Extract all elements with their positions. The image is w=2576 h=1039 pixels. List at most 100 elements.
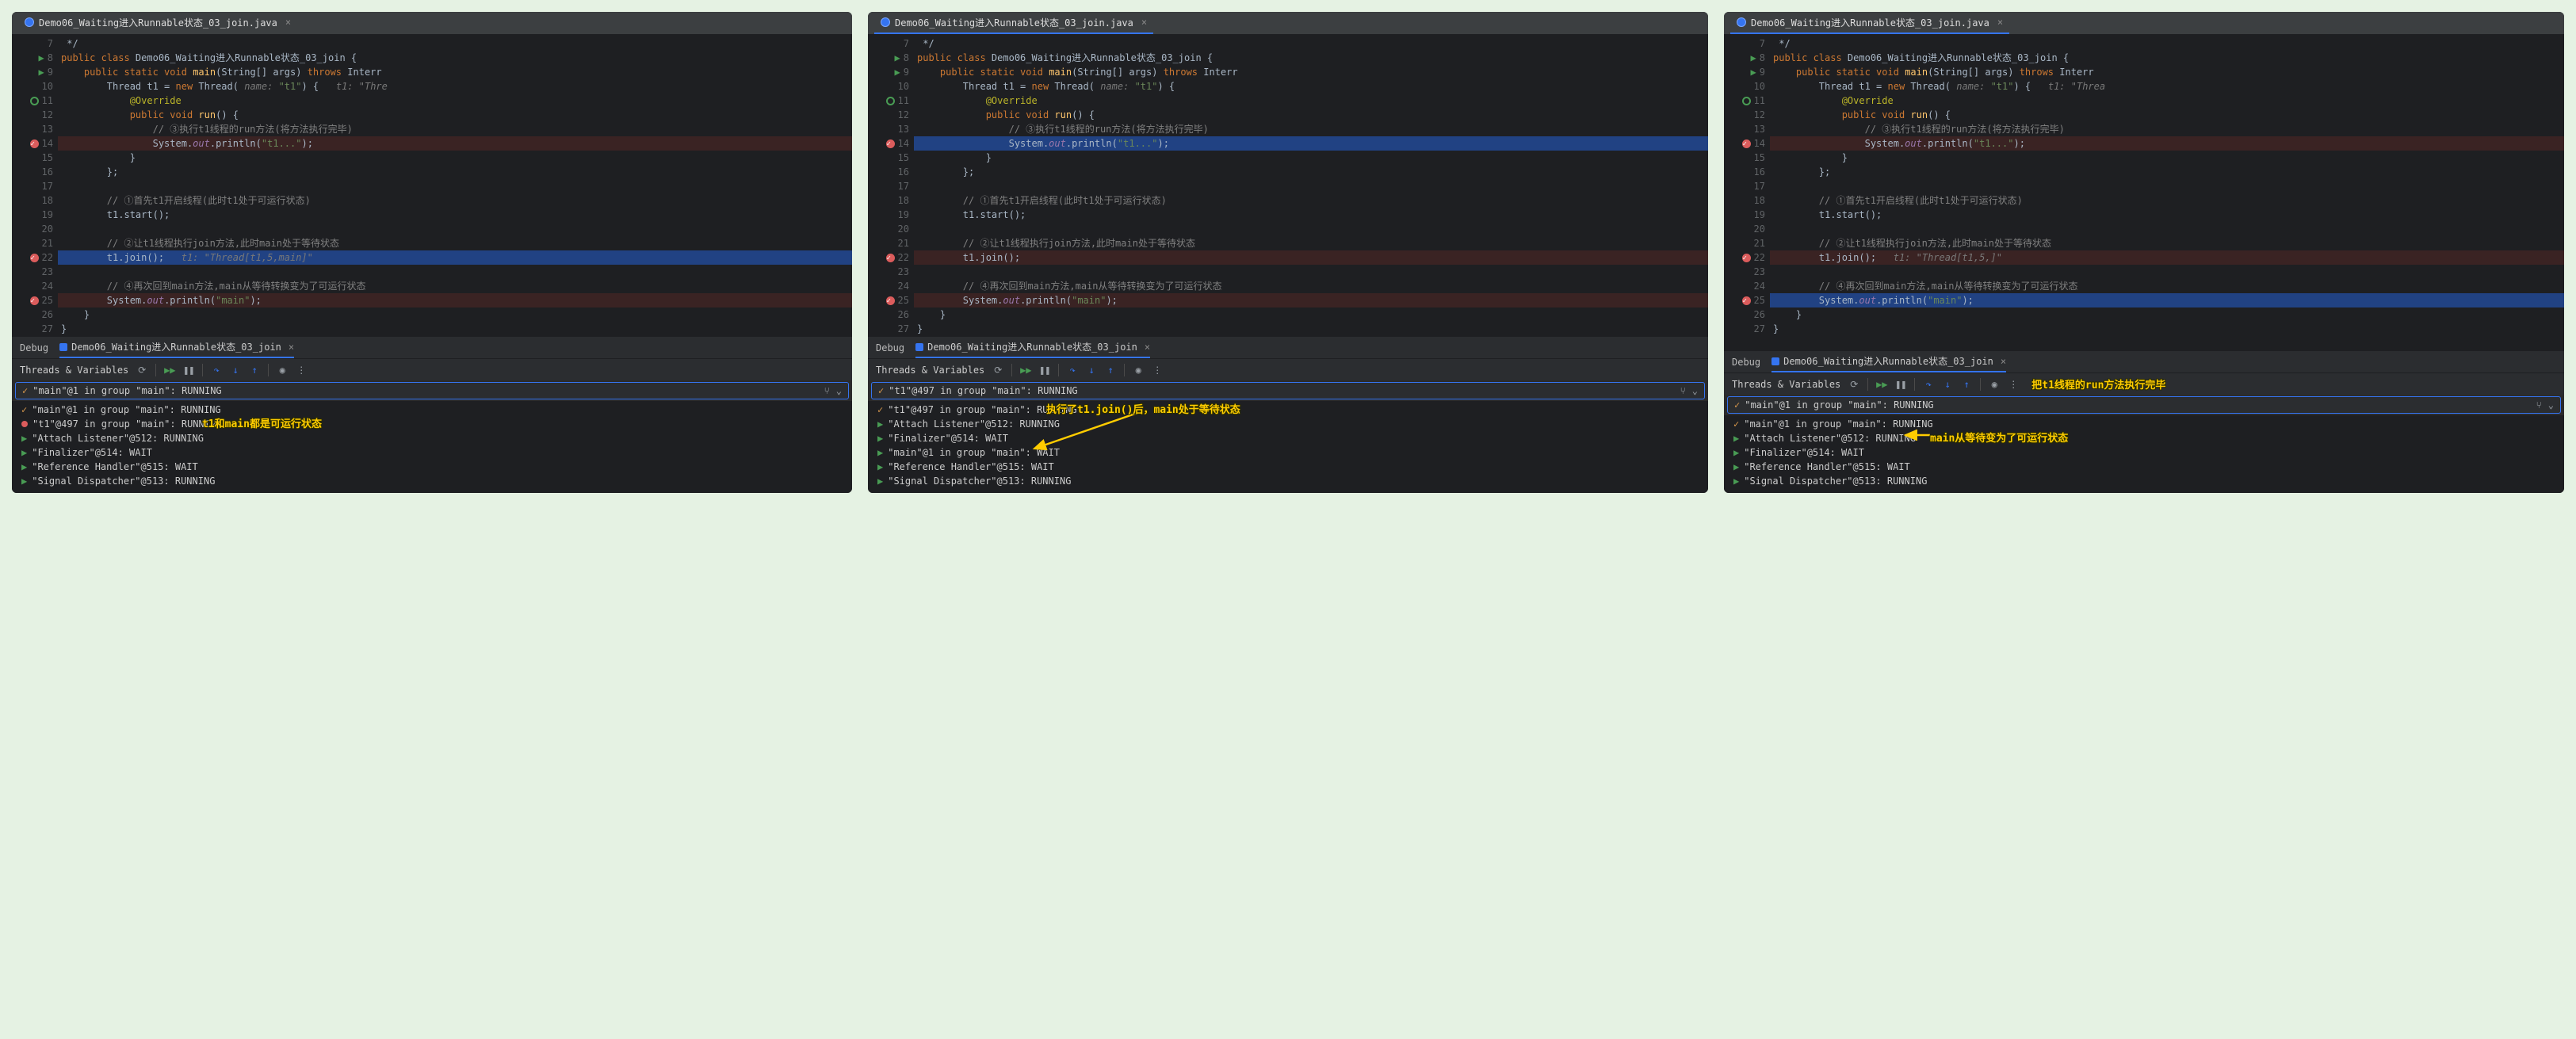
- breakpoint-icon[interactable]: [886, 139, 895, 148]
- code-line[interactable]: }: [914, 307, 1708, 322]
- thread-row[interactable]: ▶"Attach Listener"@512: RUNNING: [12, 431, 852, 445]
- code-line[interactable]: @Override: [1770, 94, 2564, 108]
- code-line[interactable]: t1.start();: [914, 208, 1708, 222]
- breakpoint-icon[interactable]: [30, 254, 39, 262]
- restart-icon[interactable]: ⟳: [136, 365, 147, 376]
- thread-row[interactable]: "t1"@497 in group "main": RUNNING: [12, 417, 852, 431]
- code-line[interactable]: @Override: [914, 94, 1708, 108]
- code-line[interactable]: [914, 265, 1708, 279]
- code-editor[interactable]: 7▶8▶910111213141516171819202122232425262…: [12, 34, 852, 336]
- code-line[interactable]: public void run() {: [1770, 108, 2564, 122]
- breakpoint-icon[interactable]: [1742, 296, 1751, 305]
- step-out-icon[interactable]: ↑: [1961, 379, 1972, 390]
- code-line[interactable]: };: [914, 165, 1708, 179]
- close-icon[interactable]: ×: [289, 342, 294, 353]
- code-line[interactable]: t1.join(); t1: "Thread[t1,5,]": [1770, 250, 2564, 265]
- override-gutter-icon[interactable]: [1742, 97, 1751, 105]
- code-line[interactable]: [1770, 222, 2564, 236]
- chevron-down-icon[interactable]: ⌄: [836, 385, 842, 396]
- debug-run-tab[interactable]: Demo06_Waiting进入Runnable状态_03_join×: [1771, 351, 2006, 372]
- restart-icon[interactable]: ⟳: [992, 365, 1003, 376]
- debug-run-tab[interactable]: Demo06_Waiting进入Runnable状态_03_join×: [915, 337, 1150, 358]
- step-over-icon[interactable]: ↷: [1923, 379, 1934, 390]
- gutter[interactable]: 7▶8▶910111213141516171819202122232425262…: [868, 34, 914, 336]
- code-line[interactable]: public class Demo06_Waiting进入Runnable状态_…: [1770, 51, 2564, 65]
- code-line[interactable]: // ②让t1线程执行join方法,此时main处于等待状态: [914, 236, 1708, 250]
- pause-icon[interactable]: ❚❚: [1895, 379, 1906, 390]
- resume-icon[interactable]: ▶▶: [164, 365, 175, 376]
- code-line[interactable]: public class Demo06_Waiting进入Runnable状态_…: [58, 51, 852, 65]
- run-gutter-icon[interactable]: ▶: [1751, 51, 1756, 65]
- view-breakpoints-icon[interactable]: ◉: [277, 365, 288, 376]
- filter-icon[interactable]: ⑂: [1680, 385, 1686, 396]
- code-line[interactable]: Thread t1 = new Thread( name: "t1") { t1…: [1770, 79, 2564, 94]
- code-editor[interactable]: 7▶8▶910111213141516171819202122232425262…: [868, 34, 1708, 336]
- code-line[interactable]: // ①首先t1开启线程(此时t1处于可运行状态): [914, 193, 1708, 208]
- override-gutter-icon[interactable]: [886, 97, 895, 105]
- code-line[interactable]: }: [914, 322, 1708, 336]
- filter-icon[interactable]: ⑂: [824, 385, 830, 396]
- code-line[interactable]: // ④再次回到main方法,main从等待转换变为了可运行状态: [58, 279, 852, 293]
- chevron-down-icon[interactable]: ⌄: [2548, 399, 2554, 411]
- view-breakpoints-icon[interactable]: ◉: [1133, 365, 1144, 376]
- code-line[interactable]: [58, 222, 852, 236]
- run-gutter-icon[interactable]: ▶: [895, 65, 900, 79]
- thread-selector[interactable]: ✓"t1"@497 in group "main": RUNNING ⑂⌄: [871, 382, 1705, 399]
- close-tab-icon[interactable]: ×: [285, 17, 291, 28]
- thread-row[interactable]: ▶"Finalizer"@514: WAIT: [1724, 445, 2564, 460]
- code-line[interactable]: public static void main(String[] args) t…: [58, 65, 852, 79]
- close-tab-icon[interactable]: ×: [1997, 17, 2003, 28]
- code-line[interactable]: System.out.println("t1...");: [914, 136, 1708, 151]
- code-line[interactable]: t1.join(); t1: "Thread[t1,5,main]": [58, 250, 852, 265]
- thread-row[interactable]: ▶"Reference Handler"@515: WAIT: [1724, 460, 2564, 474]
- code-line[interactable]: Thread t1 = new Thread( name: "t1") {: [914, 79, 1708, 94]
- more-icon[interactable]: ⋮: [1152, 365, 1163, 376]
- override-gutter-icon[interactable]: [30, 97, 39, 105]
- thread-row[interactable]: ▶"Attach Listener"@512: RUNNING: [868, 417, 1708, 431]
- step-into-icon[interactable]: ↓: [230, 365, 241, 376]
- run-gutter-icon[interactable]: ▶: [39, 51, 44, 65]
- close-icon[interactable]: ×: [1145, 342, 1150, 353]
- thread-row[interactable]: ▶"Attach Listener"@512: RUNNING: [1724, 431, 2564, 445]
- close-icon[interactable]: ×: [2001, 356, 2006, 367]
- code-line[interactable]: // ②让t1线程执行join方法,此时main处于等待状态: [58, 236, 852, 250]
- thread-row[interactable]: ✓"main"@1 in group "main": RUNNING: [12, 403, 852, 417]
- gutter[interactable]: 7▶8▶910111213141516171819202122232425262…: [12, 34, 58, 336]
- step-over-icon[interactable]: ↷: [1067, 365, 1078, 376]
- code-line[interactable]: System.out.println("t1...");: [58, 136, 852, 151]
- breakpoint-icon[interactable]: [30, 296, 39, 305]
- code-line[interactable]: [1770, 265, 2564, 279]
- code-line[interactable]: public void run() {: [58, 108, 852, 122]
- code-line[interactable]: };: [1770, 165, 2564, 179]
- thread-row[interactable]: ▶"main"@1 in group "main": WAIT: [868, 445, 1708, 460]
- code-line[interactable]: System.out.println("main");: [58, 293, 852, 307]
- code-line[interactable]: */: [58, 36, 852, 51]
- code-line[interactable]: // ③执行t1线程的run方法(将方法执行完毕): [58, 122, 852, 136]
- code-line[interactable]: [914, 222, 1708, 236]
- thread-row[interactable]: ▶"Reference Handler"@515: WAIT: [12, 460, 852, 474]
- code-line[interactable]: // ①首先t1开启线程(此时t1处于可运行状态): [58, 193, 852, 208]
- code-line[interactable]: // ③执行t1线程的run方法(将方法执行完毕): [1770, 122, 2564, 136]
- breakpoint-icon[interactable]: [1742, 254, 1751, 262]
- resume-icon[interactable]: ▶▶: [1876, 379, 1887, 390]
- code-line[interactable]: // ③执行t1线程的run方法(将方法执行完毕): [914, 122, 1708, 136]
- code-line[interactable]: @Override: [58, 94, 852, 108]
- code-line[interactable]: public static void main(String[] args) t…: [1770, 65, 2564, 79]
- thread-selector[interactable]: ✓"main"@1 in group "main": RUNNING ⑂⌄: [15, 382, 849, 399]
- chevron-down-icon[interactable]: ⌄: [1692, 385, 1698, 396]
- code-line[interactable]: System.out.println("t1...");: [1770, 136, 2564, 151]
- step-into-icon[interactable]: ↓: [1086, 365, 1097, 376]
- step-into-icon[interactable]: ↓: [1942, 379, 1953, 390]
- breakpoint-icon[interactable]: [886, 254, 895, 262]
- filter-icon[interactable]: ⑂: [2536, 399, 2542, 411]
- code-line[interactable]: public void run() {: [914, 108, 1708, 122]
- code-line[interactable]: t1.start();: [58, 208, 852, 222]
- breakpoint-icon[interactable]: [886, 296, 895, 305]
- restart-icon[interactable]: ⟳: [1848, 379, 1859, 390]
- more-icon[interactable]: ⋮: [2008, 379, 2019, 390]
- editor-tab[interactable]: Demo06_Waiting进入Runnable状态_03_join.java×: [1730, 12, 2009, 34]
- code-line[interactable]: [914, 179, 1708, 193]
- view-breakpoints-icon[interactable]: ◉: [1989, 379, 2000, 390]
- breakpoint-icon[interactable]: [1742, 139, 1751, 148]
- code-line[interactable]: // ①首先t1开启线程(此时t1处于可运行状态): [1770, 193, 2564, 208]
